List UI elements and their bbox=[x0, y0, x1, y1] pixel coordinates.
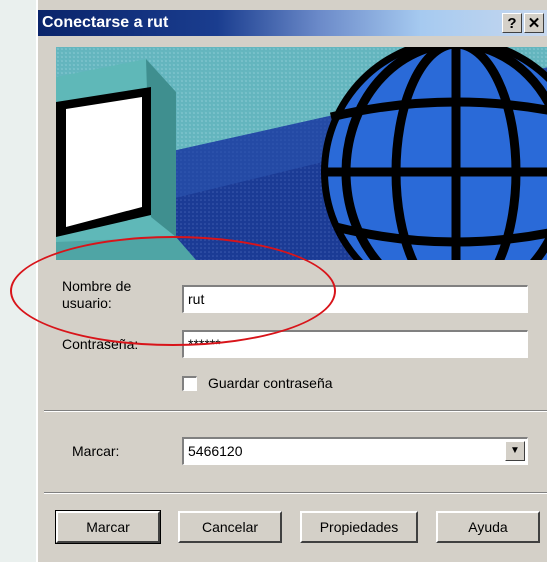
cancel-button[interactable]: Cancelar bbox=[178, 511, 282, 543]
properties-button[interactable]: Propiedades bbox=[300, 511, 418, 543]
save-password-checkbox[interactable] bbox=[182, 376, 197, 391]
help-button[interactable]: ? bbox=[502, 13, 522, 33]
username-label-line1: Nombre de bbox=[62, 278, 132, 294]
save-password-label[interactable]: Guardar contraseña bbox=[208, 375, 333, 392]
dialup-banner-image bbox=[56, 47, 547, 260]
username-label-line2: usuario: bbox=[62, 295, 112, 311]
title-bar[interactable]: Conectarse a rut ? ✕ bbox=[38, 10, 547, 36]
dial-number-select[interactable]: 5466120 ▼ bbox=[182, 437, 528, 465]
dial-button[interactable]: Marcar bbox=[55, 510, 161, 544]
dial-label: Marcar: bbox=[72, 443, 120, 459]
close-button[interactable]: ✕ bbox=[524, 13, 544, 33]
window-title: Conectarse a rut bbox=[42, 14, 169, 31]
username-label: Nombre de usuario: bbox=[62, 278, 131, 312]
username-input[interactable]: rut bbox=[182, 285, 528, 313]
separator-bottom bbox=[44, 492, 547, 494]
separator-top bbox=[44, 410, 547, 412]
password-input[interactable]: ****** bbox=[182, 330, 528, 358]
password-label: Contraseña: bbox=[62, 336, 139, 352]
chevron-down-icon[interactable]: ▼ bbox=[505, 441, 525, 461]
connect-dialog: Conectarse a rut ? ✕ Nombre de usuario: … bbox=[36, 0, 547, 562]
dial-number-value: 5466120 bbox=[188, 443, 243, 459]
help-action-button[interactable]: Ayuda bbox=[436, 511, 540, 543]
